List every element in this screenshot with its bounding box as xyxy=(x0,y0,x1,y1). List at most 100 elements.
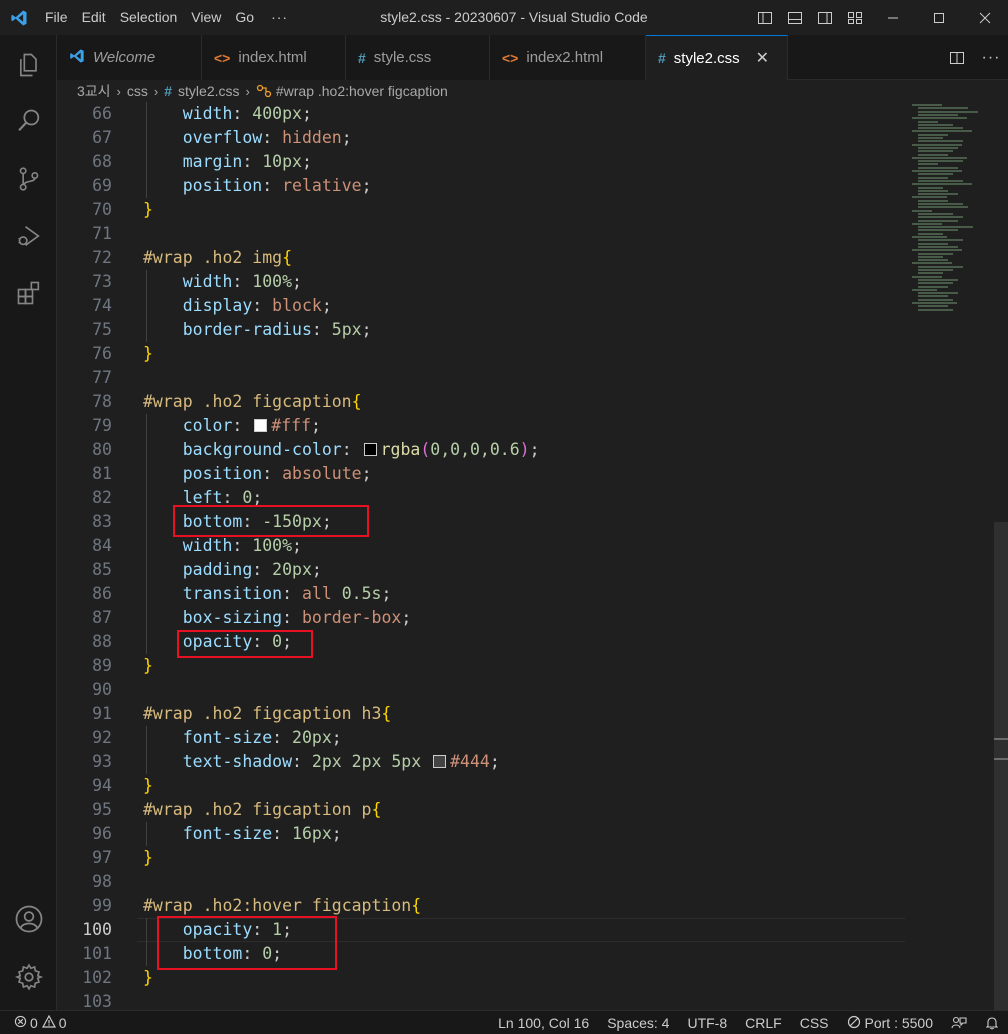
feedback-icon[interactable] xyxy=(942,1011,976,1034)
tab-index2-html[interactable]: <> index2.html xyxy=(490,35,646,80)
color-swatch[interactable] xyxy=(363,443,377,456)
minimap-line xyxy=(912,275,942,278)
customize-layout-icon[interactable] xyxy=(840,0,870,35)
live-server-port[interactable]: Port : 5500 xyxy=(838,1011,943,1034)
tab-style2-css[interactable]: # style2.css ✕ xyxy=(646,35,788,80)
tab-index-html[interactable]: <> index.html xyxy=(202,35,346,80)
toggle-secondary-sidebar-icon[interactable] xyxy=(810,0,840,35)
breadcrumb-file[interactable]: style2.css xyxy=(178,83,239,99)
minimap-line xyxy=(918,123,953,126)
split-editor-icon[interactable] xyxy=(940,35,974,80)
minimap-line xyxy=(918,140,963,143)
cursor-position[interactable]: Ln 100, Col 16 xyxy=(489,1011,598,1034)
minimap-line xyxy=(918,127,963,130)
maximize-icon[interactable] xyxy=(916,0,962,35)
tab-welcome[interactable]: Welcome xyxy=(57,35,202,80)
minimap-line xyxy=(918,160,963,163)
warnings-icon[interactable] xyxy=(41,1014,56,1031)
minimap-line xyxy=(918,163,938,166)
minimap-line xyxy=(918,229,958,232)
menu-more-button[interactable]: ··· xyxy=(261,0,298,35)
toggle-panel-icon[interactable] xyxy=(780,0,810,35)
minimap-line xyxy=(918,186,943,189)
css-value: 400px xyxy=(252,104,302,123)
language-mode[interactable]: CSS xyxy=(791,1011,838,1034)
color-swatch[interactable] xyxy=(254,419,268,432)
run-debug-icon[interactable] xyxy=(0,212,57,260)
css-selector: #wrap .ho2:hover xyxy=(143,896,302,915)
minimap-line xyxy=(918,219,958,222)
code-editor[interactable]: 66 67 68 69 70 71 72 73 74 75 76 77 78 79 80 81 82 83 84 85… xyxy=(57,102,1008,1010)
css-property: text-shadow xyxy=(182,752,293,771)
css-value: absolute xyxy=(282,464,362,483)
minimap-line xyxy=(918,153,948,156)
accounts-icon[interactable] xyxy=(0,895,57,943)
explorer-icon[interactable] xyxy=(0,41,57,89)
css-value: 100% xyxy=(252,272,293,291)
indentation[interactable]: Spaces: 4 xyxy=(598,1011,678,1034)
menu-selection[interactable]: Selection xyxy=(113,0,185,35)
toggle-primary-sidebar-icon[interactable] xyxy=(750,0,780,35)
css-selector-tag: img xyxy=(252,248,283,267)
css-property: padding xyxy=(182,560,253,579)
minimap-line xyxy=(912,262,952,265)
css-property: box-sizing xyxy=(182,608,283,627)
css-property: color xyxy=(182,416,233,435)
menu-view[interactable]: View xyxy=(184,0,228,35)
menu-edit[interactable]: Edit xyxy=(75,0,113,35)
minimap-line xyxy=(918,133,948,136)
activity-bar xyxy=(0,35,57,1010)
minimap-line xyxy=(912,104,942,106)
menu-file[interactable]: File xyxy=(38,0,75,35)
minimap-line xyxy=(918,189,948,192)
end-of-line[interactable]: CRLF xyxy=(736,1011,791,1034)
minimap-line xyxy=(912,170,962,172)
minimap-line xyxy=(912,288,937,291)
minimap-line xyxy=(912,236,947,238)
breadcrumb-folder[interactable]: css xyxy=(127,83,148,99)
warning-count[interactable]: 0 xyxy=(59,1015,67,1031)
line-number-row: 103 xyxy=(57,990,117,1010)
css-value: 100% xyxy=(252,536,293,555)
css-property: position xyxy=(182,464,263,483)
settings-gear-icon[interactable] xyxy=(0,953,57,1001)
css-file-icon: # xyxy=(164,83,173,99)
close-brace: } xyxy=(143,344,153,363)
minimap[interactable] xyxy=(912,102,992,1010)
error-count[interactable]: 0 xyxy=(30,1015,38,1031)
extensions-icon[interactable] xyxy=(0,269,57,317)
minimap-line xyxy=(912,143,962,146)
css-value: all xyxy=(301,584,332,603)
open-brace: { xyxy=(411,896,422,915)
encoding[interactable]: UTF-8 xyxy=(678,1011,736,1034)
tab-label: index.html xyxy=(238,49,307,66)
minimap-line xyxy=(918,206,968,209)
css-value: relative xyxy=(282,176,362,195)
css-selector-tag: figcaption xyxy=(311,896,412,915)
close-window-icon[interactable] xyxy=(962,0,1008,35)
css-property: font-size xyxy=(182,824,273,843)
vertical-scrollbar[interactable] xyxy=(992,102,1008,1010)
minimap-line xyxy=(918,278,958,281)
css-selector-tag: figcaption h3 xyxy=(252,704,382,723)
highlight-box xyxy=(177,630,313,658)
open-brace: { xyxy=(351,392,362,411)
line-number: 71 xyxy=(92,224,112,243)
color-swatch[interactable] xyxy=(433,755,447,768)
notifications-bell-icon[interactable] xyxy=(976,1011,1008,1034)
source-control-icon[interactable] xyxy=(0,155,57,203)
breadcrumb-symbol[interactable]: #wrap .ho2:hover figcaption xyxy=(276,83,448,99)
minimize-icon[interactable] xyxy=(870,0,916,35)
port-icon xyxy=(847,1015,861,1032)
tab-style-css[interactable]: # style.css xyxy=(346,35,490,80)
minimap-line xyxy=(918,298,953,301)
more-actions-icon[interactable]: ··· xyxy=(974,35,1008,80)
close-tab-icon[interactable]: ✕ xyxy=(756,48,769,68)
breadcrumb-folder[interactable]: 3교시 xyxy=(77,81,111,101)
menu-go[interactable]: Go xyxy=(228,0,261,35)
errors-icon[interactable] xyxy=(14,1015,27,1031)
minimap-line xyxy=(912,196,947,199)
search-icon[interactable] xyxy=(0,97,57,145)
scrollbar-thumb[interactable] xyxy=(994,522,1008,1010)
css-property: background-color xyxy=(182,440,342,459)
